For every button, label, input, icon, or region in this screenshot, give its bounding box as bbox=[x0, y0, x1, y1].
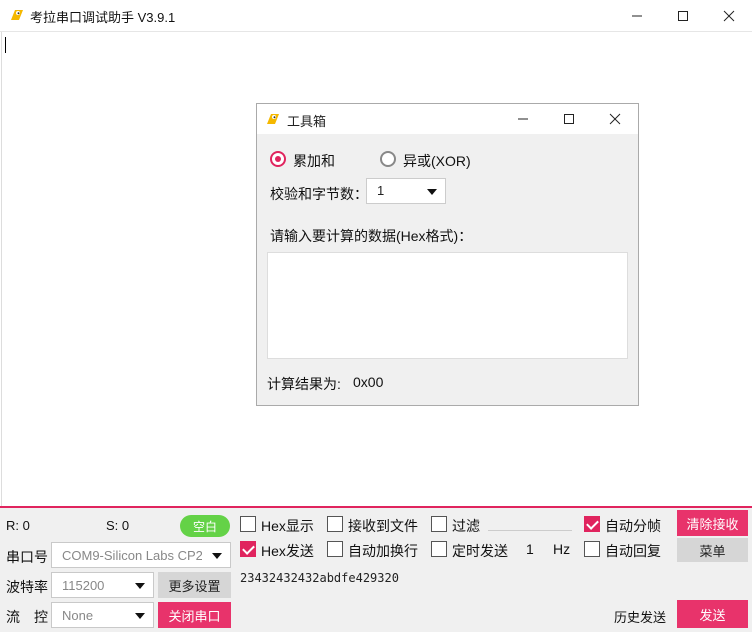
minimize-icon bbox=[518, 118, 528, 120]
flow-value: None bbox=[62, 608, 94, 623]
filter-label: 过滤 bbox=[452, 518, 480, 534]
title-bar[interactable]: 考拉串口调试助手 V3.9.1 bbox=[0, 0, 752, 32]
chevron-down-icon bbox=[135, 613, 145, 619]
checksum-bytes-value: 1 bbox=[377, 183, 385, 198]
hex-data-input[interactable] bbox=[267, 252, 628, 359]
auto-frame-checkbox[interactable] bbox=[584, 516, 600, 532]
close-button[interactable] bbox=[706, 0, 752, 31]
baud-label: 波特率 bbox=[6, 579, 48, 595]
sent-count: S: 0 bbox=[106, 518, 130, 533]
hex-send-label: Hex发送 bbox=[261, 543, 314, 559]
toolbox-dialog: 工具箱 累加和 异或(XOR) 校验和字节数： 1 请输入要计算的数据(Hex格… bbox=[256, 103, 639, 406]
recv-to-file-label: 接收到文件 bbox=[348, 518, 418, 534]
hex-input-label: 请输入要计算的数据(Hex格式)： bbox=[270, 228, 473, 244]
toolbox-title: 工具箱 bbox=[287, 114, 327, 129]
status-badge[interactable]: 空白 bbox=[180, 515, 230, 537]
auto-frame-label: 自动分帧 bbox=[605, 518, 661, 534]
port-value: COM9-Silicon Labs CP2 bbox=[62, 548, 202, 563]
close-icon bbox=[723, 10, 735, 21]
radio-xor-label: 异或(XOR) bbox=[403, 153, 471, 169]
toolbox-minimize-button[interactable] bbox=[500, 104, 546, 134]
minimize-icon bbox=[632, 15, 642, 16]
minimize-button[interactable] bbox=[614, 0, 660, 31]
flow-select[interactable]: None bbox=[51, 602, 154, 628]
hex-display-checkbox[interactable] bbox=[240, 516, 256, 532]
radio-sum[interactable] bbox=[270, 151, 286, 167]
result-label: 计算结果为: bbox=[267, 376, 341, 392]
chevron-down-icon bbox=[135, 583, 145, 589]
baud-value: 115200 bbox=[62, 578, 105, 593]
hex-send-checkbox[interactable] bbox=[240, 541, 256, 557]
radio-xor[interactable] bbox=[380, 151, 396, 167]
radio-sum-label: 累加和 bbox=[293, 153, 335, 169]
chevron-down-icon bbox=[427, 189, 437, 195]
koala-logo-icon bbox=[267, 114, 279, 124]
toolbox-title-bar[interactable]: 工具箱 bbox=[257, 104, 638, 134]
checksum-bytes-label: 校验和字节数： bbox=[270, 186, 368, 202]
recv-to-file-checkbox[interactable] bbox=[327, 516, 343, 532]
koala-logo-icon bbox=[11, 10, 23, 20]
maximize-button[interactable] bbox=[660, 0, 706, 31]
send-text-content: 23432432432abdfe429320 bbox=[240, 571, 399, 585]
result-value: 0x00 bbox=[353, 374, 384, 390]
auto-reply-label: 自动回复 bbox=[605, 543, 661, 559]
more-settings-button[interactable]: 更多设置 bbox=[158, 572, 231, 598]
toolbox-maximize-button[interactable] bbox=[546, 104, 592, 134]
close-port-button[interactable]: 关闭串口 bbox=[158, 602, 231, 628]
flow-label: 流 控 bbox=[6, 609, 48, 625]
chevron-down-icon bbox=[212, 553, 222, 559]
received-count: R: 0 bbox=[6, 518, 30, 533]
checksum-bytes-select[interactable]: 1 bbox=[366, 178, 446, 204]
timed-send-checkbox[interactable] bbox=[431, 541, 447, 557]
hz-label: Hz bbox=[553, 541, 571, 557]
auto-newline-label: 自动加换行 bbox=[348, 543, 418, 559]
send-button[interactable]: 发送 bbox=[677, 600, 748, 628]
history-send-link[interactable]: 历史发送 bbox=[614, 607, 666, 626]
clear-receive-button[interactable]: 清除接收 bbox=[677, 510, 748, 536]
filter-input[interactable] bbox=[488, 530, 572, 531]
text-caret bbox=[5, 37, 6, 53]
auto-reply-checkbox[interactable] bbox=[584, 541, 600, 557]
port-label: 串口号 bbox=[6, 549, 48, 565]
close-icon bbox=[609, 113, 621, 125]
auto-newline-checkbox[interactable] bbox=[327, 541, 343, 557]
maximize-icon bbox=[564, 114, 574, 124]
window-title: 考拉串口调试助手 V3.9.1 bbox=[30, 10, 176, 25]
toolbox-close-button[interactable] bbox=[592, 104, 638, 134]
timed-send-interval-input[interactable]: 1 bbox=[526, 541, 534, 557]
maximize-icon bbox=[678, 10, 688, 21]
menu-button[interactable]: 菜单 bbox=[677, 538, 748, 562]
baud-select[interactable]: 115200 bbox=[51, 572, 154, 598]
timed-send-label: 定时发送 bbox=[452, 543, 508, 559]
port-select[interactable]: COM9-Silicon Labs CP2 bbox=[51, 542, 231, 568]
hex-display-label: Hex显示 bbox=[261, 518, 314, 534]
filter-checkbox[interactable] bbox=[431, 516, 447, 532]
